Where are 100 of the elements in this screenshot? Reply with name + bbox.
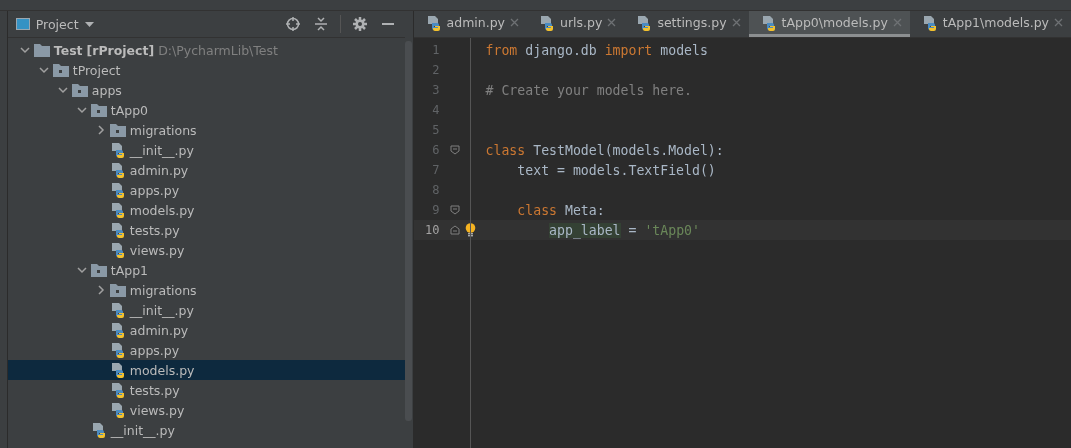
code-line: app_label = 'tApp0' [548, 222, 700, 238]
file-name: __init__.py [129, 302, 194, 318]
fold-marker-icon[interactable] [449, 145, 460, 155]
window-icon [15, 18, 30, 30]
folder-icon [33, 43, 50, 57]
line-number: 1 [431, 43, 441, 57]
tree-item[interactable]: __init__.py [7, 140, 405, 160]
line-number: 2 [431, 63, 441, 77]
python-file-icon [109, 302, 126, 318]
code-line: text = models.TextField() [516, 162, 716, 178]
file-name: admin.py [129, 322, 189, 338]
tree-item[interactable]: tApp1 [7, 260, 405, 280]
folder-name: apps [91, 82, 122, 98]
code-line: class TestModel(models.Model): [485, 142, 724, 158]
collapse-all-icon[interactable] [314, 17, 327, 31]
editor-tab[interactable]: urls.py [527, 11, 625, 37]
tree-item[interactable]: __init__.py [7, 420, 405, 440]
tree-item[interactable]: views.py [7, 240, 405, 260]
fold-marker-icon[interactable] [449, 225, 460, 235]
minimize-icon[interactable] [381, 23, 394, 25]
python-file-icon [636, 14, 653, 31]
tree-item[interactable]: models.py [7, 200, 405, 220]
folder-icon [109, 283, 126, 297]
tree-item[interactable]: apps [7, 80, 405, 100]
settings-icon[interactable] [352, 17, 367, 31]
tree-item[interactable]: models.py [7, 360, 405, 380]
python-file-icon [109, 162, 126, 178]
close-icon[interactable] [607, 18, 617, 27]
python-file-icon [109, 322, 126, 338]
tree-item[interactable]: admin.py [7, 160, 405, 180]
line-number: 7 [431, 163, 441, 177]
file-name: views.py [129, 402, 185, 418]
folder-icon [52, 63, 69, 77]
python-file-icon [109, 342, 126, 358]
python-file-icon [539, 14, 556, 31]
editor-tab[interactable]: tApp0\models.py [748, 11, 910, 37]
tree-item[interactable]: apps.py [7, 180, 405, 200]
line-number: 3 [431, 83, 441, 97]
tree-item[interactable]: tApp0 [7, 100, 405, 120]
tree-item[interactable]: tProject [7, 60, 405, 80]
tree-item[interactable]: tests.py [7, 220, 405, 240]
folder-name: tProject [72, 62, 121, 78]
file-name: apps.py [129, 342, 180, 358]
folder-name: tApp1 [110, 262, 149, 278]
editor-tab[interactable]: admin.py [413, 11, 528, 37]
folder-icon [71, 83, 88, 97]
chevron-down-icon[interactable] [19, 45, 30, 55]
python-file-icon [109, 362, 126, 378]
file-name: models.py [129, 362, 195, 378]
line-number: 9 [431, 203, 441, 217]
line-number: 4 [431, 103, 441, 117]
project-name: Test [53, 42, 83, 58]
chevron-right-icon[interactable] [95, 125, 106, 135]
python-file-icon [90, 422, 107, 438]
line-number: 10 [424, 223, 441, 237]
line-number: 6 [431, 143, 441, 157]
file-name: models.py [129, 202, 195, 218]
code-line: # Create your models here. [485, 82, 692, 98]
chevron-right-icon[interactable] [95, 285, 106, 295]
file-name: tests.py [129, 382, 180, 398]
folder-name: tApp0 [110, 102, 149, 118]
python-file-icon [760, 14, 777, 31]
locate-icon[interactable] [285, 17, 300, 31]
chevron-down-icon[interactable] [57, 85, 68, 95]
chevron-down-icon[interactable] [76, 105, 87, 115]
module-name: [rProject] [86, 42, 155, 58]
tree-item[interactable]: Test [rProject] D:\PycharmLib\Test [7, 40, 405, 60]
panel-title[interactable]: Project [35, 16, 79, 32]
lightbulb-icon[interactable] [464, 223, 476, 237]
file-name: admin.py [129, 162, 189, 178]
scrollbar-thumb[interactable] [405, 41, 413, 421]
tree-item[interactable]: admin.py [7, 320, 405, 340]
python-file-icon [921, 14, 938, 31]
folder-icon [90, 263, 107, 277]
close-icon[interactable] [1054, 18, 1063, 27]
python-file-icon [109, 222, 126, 238]
file-name: apps.py [129, 182, 180, 198]
tree-item[interactable]: apps.py [7, 340, 405, 360]
file-name: __init__.py [110, 422, 175, 438]
tree-item[interactable]: migrations [7, 120, 405, 140]
python-file-icon [109, 242, 126, 258]
chevron-down-icon[interactable] [38, 65, 49, 75]
editor-tab[interactable]: settings.py [624, 11, 749, 37]
dropdown-caret-icon[interactable] [84, 21, 94, 27]
folder-icon [90, 103, 107, 117]
file-name: views.py [129, 242, 185, 258]
tree-item[interactable]: tests.py [7, 380, 405, 400]
tree-item[interactable]: __init__.py [7, 300, 405, 320]
editor-tab[interactable]: tApp1\models.py [909, 11, 1071, 37]
folder-name: migrations [129, 282, 197, 298]
code-line: class Meta: [516, 202, 605, 218]
chevron-down-icon[interactable] [76, 265, 87, 275]
line-number: 8 [431, 183, 441, 197]
close-icon[interactable] [510, 18, 520, 27]
tree-item[interactable]: views.py [7, 400, 405, 420]
file-name: __init__.py [129, 142, 194, 158]
close-icon[interactable] [731, 18, 741, 27]
python-file-icon [109, 142, 126, 158]
fold-marker-icon[interactable] [449, 205, 460, 215]
tree-item[interactable]: migrations [7, 280, 405, 300]
